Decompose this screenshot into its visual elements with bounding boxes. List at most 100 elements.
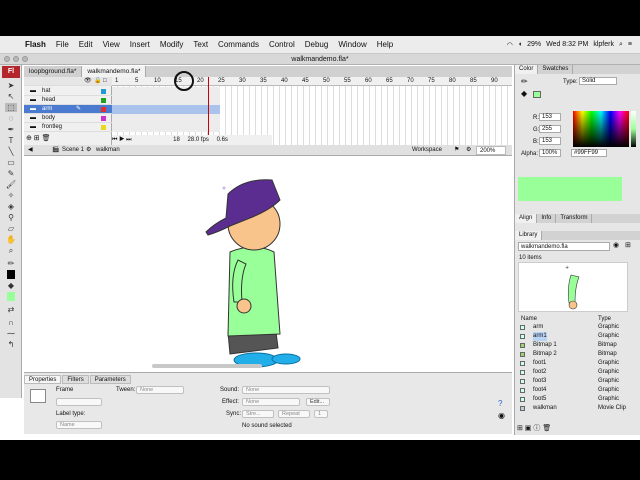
- library-item[interactable]: foot4 Graphic: [515, 386, 633, 395]
- sync-select[interactable]: Stre...: [242, 410, 274, 418]
- menu-edit[interactable]: Edit: [74, 40, 98, 49]
- keyframe-span[interactable]: [112, 105, 220, 114]
- effect-select[interactable]: None: [242, 398, 300, 406]
- tween-select[interactable]: None: [136, 386, 184, 394]
- alpha-input[interactable]: 100%: [539, 149, 561, 157]
- frame-name-input[interactable]: [56, 398, 102, 406]
- close-window-button[interactable]: [4, 56, 10, 62]
- fill-color-icon[interactable]: ◆: [5, 281, 17, 290]
- zoom-select[interactable]: 200%: [476, 146, 506, 155]
- rectangle-tool-icon[interactable]: ▭: [5, 158, 17, 167]
- list-icon[interactable]: ≡: [628, 41, 632, 48]
- swap-colors-icon[interactable]: ⇄: [5, 305, 17, 314]
- breadcrumb-scene[interactable]: Scene 1: [62, 145, 84, 156]
- back-shoe[interactable]: [271, 353, 301, 365]
- bucket-icon[interactable]: ◆: [521, 89, 527, 98]
- stroke-icon[interactable]: ✏: [521, 77, 528, 86]
- smooth-icon[interactable]: ⁓: [5, 329, 17, 338]
- menu-text[interactable]: Text: [188, 40, 213, 49]
- library-item[interactable]: foot2 Graphic: [515, 368, 633, 377]
- zoom-window-button[interactable]: [22, 56, 28, 62]
- lock-icon[interactable]: 🔒: [94, 77, 101, 86]
- tab-transform[interactable]: Transform: [556, 214, 593, 223]
- layer-row[interactable]: ▬ body: [24, 114, 112, 123]
- library-footer-icons[interactable]: ⊞ ▣ ⓘ 🗑: [517, 423, 551, 433]
- playback-controls-icon[interactable]: ⏮ ▶ ⏭: [112, 137, 132, 143]
- layer-row[interactable]: ▬ hat: [24, 87, 112, 96]
- layer-color-swatch[interactable]: [101, 116, 106, 121]
- tab-swatches[interactable]: Swatches: [538, 65, 574, 74]
- column-type-header[interactable]: Type: [598, 316, 611, 322]
- search-icon[interactable]: ⌕: [619, 41, 623, 49]
- layer-row[interactable]: ▬ head: [24, 96, 112, 105]
- user-name[interactable]: klpferk: [593, 41, 614, 48]
- text-tool-icon[interactable]: T: [5, 136, 17, 145]
- menu-app-flash[interactable]: Flash: [20, 40, 51, 49]
- edit-symbols-icon[interactable]: ⚙: [466, 145, 471, 156]
- red-input[interactable]: 153: [539, 113, 561, 121]
- column-name-header[interactable]: Name: [521, 316, 537, 322]
- library-item[interactable]: walkman Movie Clip: [515, 404, 633, 413]
- fill-type-select[interactable]: Solid: [579, 77, 617, 85]
- brush-tool-icon[interactable]: 🖌: [5, 180, 17, 189]
- straighten-icon[interactable]: ↰: [5, 340, 17, 349]
- layer-row-selected[interactable]: ▬ arm ✎: [24, 105, 112, 114]
- help-icon[interactable]: ?: [498, 399, 502, 408]
- sound-select[interactable]: None: [242, 386, 330, 394]
- back-arrow-icon[interactable]: ◀: [28, 145, 33, 156]
- expand-icon[interactable]: ◉: [498, 411, 505, 420]
- label-type-select[interactable]: Name: [56, 421, 102, 429]
- library-file-select[interactable]: walkmandemo.fla: [518, 242, 610, 251]
- tab-color[interactable]: Color: [515, 65, 539, 74]
- menu-view[interactable]: View: [98, 40, 125, 49]
- repeat-select[interactable]: Repeat: [278, 410, 310, 418]
- subselection-tool-icon[interactable]: ↖: [5, 92, 17, 101]
- library-item-selected[interactable]: arm1 Graphic: [515, 332, 633, 341]
- library-item[interactable]: foot1 Graphic: [515, 359, 633, 368]
- menu-modify[interactable]: Modify: [155, 40, 189, 49]
- walkman-character[interactable]: [24, 156, 512, 370]
- blue-input[interactable]: 153: [539, 137, 561, 145]
- green-input[interactable]: 255: [539, 125, 561, 133]
- free-transform-tool-icon[interactable]: ⬚: [5, 103, 17, 112]
- stage[interactable]: [24, 156, 512, 370]
- layer-color-swatch[interactable]: [101, 125, 106, 130]
- library-item[interactable]: foot5 Graphic: [515, 395, 633, 404]
- eraser-tool-icon[interactable]: ▱: [5, 224, 17, 233]
- layer-color-swatch[interactable]: [101, 107, 106, 112]
- library-item[interactable]: foot3 Graphic: [515, 377, 633, 386]
- battery-percent[interactable]: 29%: [527, 41, 541, 48]
- brightness-slider[interactable]: [631, 111, 636, 147]
- breadcrumb-symbol[interactable]: walkman: [96, 145, 120, 156]
- color-spectrum[interactable]: [573, 111, 629, 147]
- fill-color-swatch[interactable]: [7, 292, 15, 301]
- tab-filters[interactable]: Filters: [62, 375, 89, 384]
- wifi-icon[interactable]: ◠: [507, 41, 513, 49]
- library-title[interactable]: Library: [515, 231, 543, 240]
- keyframe-span[interactable]: [112, 114, 220, 123]
- library-item[interactable]: arm Graphic: [515, 323, 633, 332]
- paint-bucket-tool-icon[interactable]: ◈: [5, 202, 17, 211]
- hex-input[interactable]: #99FF99: [571, 149, 607, 157]
- horizontal-scrollbar[interactable]: [152, 364, 262, 368]
- clock[interactable]: Wed 8:32 PM: [546, 41, 588, 48]
- menu-debug[interactable]: Debug: [300, 40, 334, 49]
- minimize-window-button[interactable]: [13, 56, 19, 62]
- eye-icon[interactable]: 👁: [84, 77, 92, 86]
- keyframe-span[interactable]: [112, 87, 220, 96]
- edit-button[interactable]: Edit...: [306, 398, 330, 406]
- menu-commands[interactable]: Commands: [213, 40, 264, 49]
- library-item[interactable]: Bitmap 1 Bitmap: [515, 341, 633, 350]
- stroke-color-icon[interactable]: ✏: [5, 259, 17, 268]
- frame-ruler[interactable]: 1 5 10 15 20 25 30 35 40 45 50 55 60 65 …: [112, 77, 512, 86]
- stroke-color-swatch[interactable]: [7, 270, 15, 279]
- layer-color-swatch[interactable]: [101, 98, 106, 103]
- pen-tool-icon[interactable]: ✒: [5, 125, 17, 134]
- pencil-tool-icon[interactable]: ✎: [5, 169, 17, 178]
- tab-walkmandemo[interactable]: walkmandemo.fla*: [82, 66, 147, 77]
- menu-help[interactable]: Help: [372, 40, 398, 49]
- hand-tool-icon[interactable]: ✋: [5, 235, 17, 244]
- repeat-count-input[interactable]: 1: [314, 410, 328, 418]
- tab-parameters[interactable]: Parameters: [89, 375, 131, 384]
- line-tool-icon[interactable]: ╲: [5, 147, 17, 156]
